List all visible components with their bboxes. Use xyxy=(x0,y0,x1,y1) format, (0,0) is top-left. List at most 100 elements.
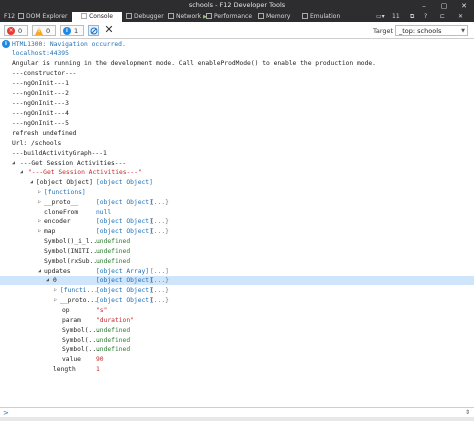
console-line: ---constructor--- xyxy=(0,69,474,78)
tab-label: Network xyxy=(176,13,202,20)
pin-icon[interactable]: ⊏ xyxy=(440,12,445,22)
tab-emulation[interactable]: Emulation xyxy=(302,12,340,22)
triangle-right-icon[interactable]: ▷ xyxy=(38,198,41,207)
tab-label: Memory xyxy=(266,13,291,20)
tree-row[interactable]: ▷ encoder [object Object] {...} xyxy=(0,217,474,226)
tree-key: Symbol()_i_l... xyxy=(44,238,101,245)
tree-value: null xyxy=(96,209,112,216)
warning-count: 0 xyxy=(46,27,51,35)
tab-count: 11 xyxy=(392,13,400,20)
tree-row: Symbol()_i_l... undefined xyxy=(0,237,474,246)
window-title: schools - F12 Developer Tools xyxy=(188,1,286,9)
tab-performance[interactable]: Performance xyxy=(206,12,252,22)
tree-key: Symbol(INITI... xyxy=(44,248,101,255)
triangle-right-icon[interactable]: ▷ xyxy=(54,286,57,295)
source-link[interactable]: localhost:44395 xyxy=(12,49,69,58)
console-line: ---ngOnInit---4 xyxy=(0,109,474,118)
tab-network[interactable]: Network ▶ xyxy=(168,12,207,22)
tree-preview: {...} xyxy=(150,228,169,235)
tree-value: undefined xyxy=(96,258,131,265)
tree-row[interactable]: ▷ __proto__ [object Object] {...} xyxy=(0,198,474,207)
tool-tab-bar: F12 DOM Explorer Console Debugger Networ… xyxy=(0,12,474,22)
console-message: Angular is running in the development mo… xyxy=(12,60,376,67)
triangle-right-icon[interactable]: ▷ xyxy=(54,296,57,305)
tree-preview: {...} xyxy=(150,199,169,206)
undock-icon[interactable]: ⧉ xyxy=(410,12,414,22)
tree-value: undefined xyxy=(96,238,131,245)
console-output[interactable]: i HTML1300: Navigation occurred. localho… xyxy=(0,40,474,406)
triangle-down-icon[interactable]: ◢ xyxy=(20,168,23,177)
tree-row[interactable]: ▷ map [object Object] {...} xyxy=(0,227,474,236)
tree-value: 1 xyxy=(96,366,100,373)
clear-console-icon[interactable]: ✕ xyxy=(103,24,115,36)
group-label: ---Get Session Activities--- xyxy=(20,160,127,167)
tree-row-selected[interactable]: ◢ 0 [object Object] {...} xyxy=(0,276,474,285)
error-icon: ✕ xyxy=(7,27,15,35)
device-icon[interactable]: ▭▾ xyxy=(376,12,385,22)
warnings-filter-button[interactable]: ! 0 xyxy=(32,25,56,36)
console-message: ---ngOnInit---2 xyxy=(12,90,69,97)
triangle-down-icon[interactable]: ◢ xyxy=(46,276,49,285)
info-icon: i xyxy=(63,27,71,35)
triangle-down-icon[interactable]: ◢ xyxy=(30,178,33,187)
console-line: ---ngOnInit---3 xyxy=(0,99,474,108)
tree-key: [functions] xyxy=(44,189,86,196)
tree-preview: [...] xyxy=(150,268,169,275)
performance-icon xyxy=(206,13,212,19)
tree-row: Symbol(rxSub... undefined xyxy=(0,257,474,266)
tab-memory[interactable]: Memory xyxy=(258,12,290,22)
tree-row: param "duration" xyxy=(0,316,474,325)
console-input[interactable]: > ⇕ xyxy=(0,407,474,417)
tree-row[interactable]: ◢ [object Object] [object Object] xyxy=(0,178,474,187)
console-group[interactable]: ◢ "---Get Session Activities---" xyxy=(0,168,474,177)
tree-key: [functi... xyxy=(60,287,98,294)
tree-key: [object Object] xyxy=(36,179,93,186)
tree-row[interactable]: ◢ updates [object Array] [...] xyxy=(0,267,474,276)
tree-preview: {...} xyxy=(150,277,169,284)
tree-value: "duration" xyxy=(96,317,134,324)
console-message: ---ngOnInit---3 xyxy=(12,100,69,107)
tree-row: Symbol(INITI... undefined xyxy=(0,247,474,256)
tree-row[interactable]: ▷ [functions] xyxy=(0,188,474,197)
console-message: Url: /schools xyxy=(12,140,62,147)
messages-filter-button[interactable]: i 1 xyxy=(60,25,84,36)
tree-preview: {...} xyxy=(150,218,169,225)
console-line: localhost:44395 xyxy=(0,49,474,58)
filter-toggle-button[interactable] xyxy=(88,25,99,36)
console-line: i HTML1300: Navigation occurred. xyxy=(0,40,474,49)
filter-icon xyxy=(90,27,98,35)
debugger-icon xyxy=(126,13,132,19)
triangle-right-icon[interactable]: ▷ xyxy=(38,227,41,236)
tree-key: Symbol(... xyxy=(62,327,100,334)
tab-debugger[interactable]: Debugger xyxy=(126,12,164,22)
tree-key: Symbol(... xyxy=(62,346,100,353)
close-icon[interactable]: ✕ xyxy=(454,0,474,12)
tree-value: "s" xyxy=(96,307,108,314)
errors-filter-button[interactable]: ✕ 0 xyxy=(4,25,28,36)
help-icon[interactable]: ? xyxy=(424,12,427,22)
tab-dom-explorer[interactable]: DOM Explorer xyxy=(18,12,67,22)
chevron-down-icon: ▼ xyxy=(461,28,465,34)
triangle-down-icon[interactable]: ◢ xyxy=(12,159,15,168)
triangle-right-icon[interactable]: ▷ xyxy=(38,217,41,226)
triangle-down-icon[interactable]: ◢ xyxy=(38,267,41,276)
message-count: 1 xyxy=(74,27,79,35)
triangle-right-icon[interactable]: ▷ xyxy=(38,188,41,197)
minimize-icon[interactable]: – xyxy=(414,0,434,12)
tree-row[interactable]: ▷ __proto... [object Object] {...} xyxy=(0,296,474,305)
console-group[interactable]: ◢ ---Get Session Activities--- xyxy=(0,159,474,168)
tab-console[interactable]: Console xyxy=(72,12,122,22)
close-tools-icon[interactable]: ✕ xyxy=(458,12,463,22)
tree-key: encoder xyxy=(44,218,71,225)
tab-f12: F12 xyxy=(4,13,16,20)
maximize-icon[interactable]: ▢ xyxy=(434,0,454,12)
tree-row[interactable]: ▷ [functi... [object Object] {...} xyxy=(0,286,474,295)
console-line: refresh undefined xyxy=(0,129,474,138)
tree-key: 0 xyxy=(53,277,57,284)
tree-row: op "s" xyxy=(0,306,474,315)
group-label: "---Get Session Activities---" xyxy=(28,169,142,176)
info-icon: i xyxy=(2,40,10,48)
console-line: ---ngOnInit---1 xyxy=(0,79,474,88)
target-select[interactable]: _top: schools ▼ xyxy=(395,25,468,36)
tree-value: [object Object] xyxy=(96,179,153,186)
